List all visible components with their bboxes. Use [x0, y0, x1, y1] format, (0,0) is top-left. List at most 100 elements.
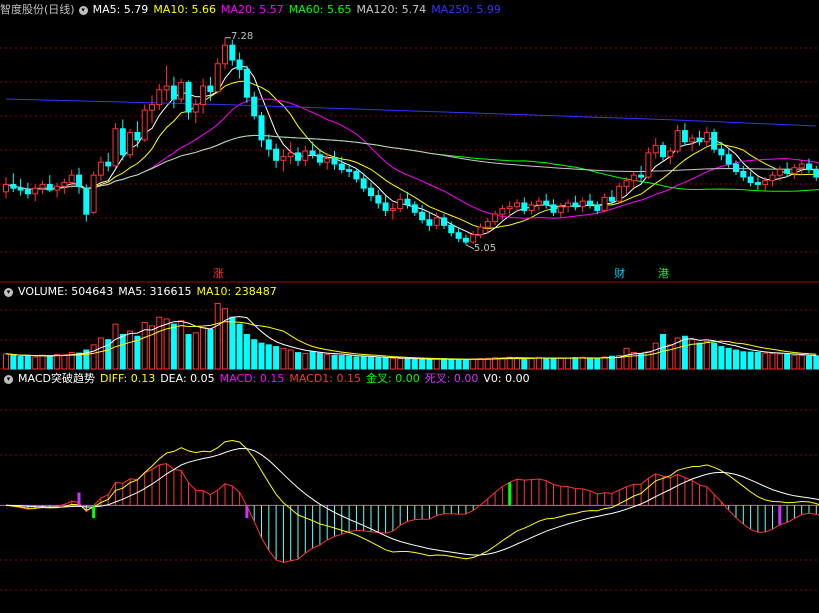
candle-up [61, 182, 68, 187]
candle-down [411, 204, 418, 213]
macd_header-item: MACD: 0.15 [219, 372, 285, 385]
volume-bar [46, 355, 53, 370]
price_header-item: MA120: 5.74 [356, 3, 427, 16]
candle-down [660, 144, 666, 158]
collapse-icon[interactable]: ▾ [4, 287, 13, 297]
candle-up [674, 130, 681, 152]
volume-bar [514, 357, 520, 370]
volume-bar [791, 354, 798, 370]
candle-down [119, 128, 126, 156]
collapse-icon[interactable]: ▾ [4, 374, 13, 384]
candle-up [324, 157, 331, 163]
candle-up [703, 131, 710, 143]
volume-bar [477, 358, 484, 370]
volume-bar [324, 353, 331, 370]
candle-up [667, 150, 674, 158]
candle-up [397, 198, 404, 210]
volume-panel [3, 302, 819, 370]
volume-values: VOLUME: 504643 MA5: 316615 MA10: 238487 [18, 285, 282, 299]
candle-up [652, 144, 659, 154]
low-price-label: 5.05 [474, 243, 496, 254]
candle-up [492, 213, 499, 223]
volume-bar [39, 354, 46, 370]
candle-down [754, 182, 761, 185]
candle-down [455, 232, 462, 239]
candle-up [178, 81, 185, 100]
volume-bar [769, 352, 776, 370]
volume-bar [214, 302, 221, 370]
volume-bar [156, 316, 163, 370]
volume_header-item: VOLUME: 504643 [18, 285, 114, 298]
volume-bar [565, 357, 572, 370]
low-price-pointer [465, 244, 475, 250]
candle-down [170, 85, 177, 100]
candle-up [769, 174, 776, 182]
price-header: 智度股份(日线) ▾ MA5: 5.79 MA10: 5.66 MA20: 5.57… [0, 3, 511, 17]
candle-down [309, 150, 316, 156]
candle-down [448, 224, 455, 234]
candle-down [784, 169, 791, 174]
candle-up [149, 104, 155, 111]
candle-up [127, 131, 134, 156]
candle-down [295, 152, 301, 161]
volume-bar [740, 351, 747, 370]
stock-title: 智度股份(日线) [0, 3, 75, 16]
candle-down [718, 148, 725, 156]
dea-line [5, 447, 819, 556]
candle-up [97, 161, 104, 176]
candle-down [46, 183, 53, 191]
candle-down [404, 198, 411, 206]
diff-line [5, 439, 819, 560]
volume-bar [754, 351, 761, 370]
macd_header-item: MACD1: 0.15 [289, 372, 361, 385]
price_header-item: MA250: 5.99 [431, 3, 501, 16]
event-marker[interactable]: 财 [614, 268, 625, 280]
volume-bar [484, 357, 491, 370]
volume-bar [368, 356, 374, 370]
candle-down [236, 59, 243, 70]
volume-bar [127, 330, 134, 370]
volume-bar [222, 308, 228, 370]
candle-down [550, 204, 557, 213]
candle-up [535, 200, 542, 206]
event-marker[interactable]: 港 [658, 268, 669, 280]
candle-down [251, 96, 258, 117]
high-price-value: 7.28 [231, 30, 254, 42]
macd_header-item: DEA: 0.05 [160, 372, 215, 385]
volume-bar [149, 325, 155, 370]
macd-values: DIFF: 0.13 DEA: 0.05 MACD: 0.15 MACD1: 0.15… [100, 372, 535, 386]
candle-up [623, 180, 630, 187]
volume-bar [448, 358, 455, 370]
volume-bar [397, 358, 404, 370]
candle-down [207, 85, 214, 93]
volume-bar [302, 352, 309, 370]
candle-up [477, 226, 484, 236]
volume-bar [346, 355, 353, 370]
volume-bar [265, 344, 272, 370]
stock-chart [0, 37, 819, 591]
candle-down [462, 237, 469, 243]
volume-bar [579, 356, 586, 370]
candle-down [594, 204, 601, 211]
volume-bar [528, 357, 535, 370]
macd_header-item: 死叉: 0.00 [424, 372, 479, 385]
candle-down [375, 195, 382, 204]
volume-bar [287, 349, 294, 370]
event-marker[interactable]: 涨 [213, 268, 224, 280]
volume-bar [97, 337, 104, 370]
price-panel [3, 37, 819, 250]
volume-bar [455, 359, 462, 370]
candle-down [10, 183, 17, 189]
volume-bar [280, 347, 287, 370]
candle-down [368, 187, 374, 197]
collapse-icon[interactable]: ▾ [78, 5, 88, 15]
candle-down [105, 161, 112, 167]
volume-bar [652, 342, 659, 370]
candle-up [90, 174, 97, 213]
candle-down [243, 68, 250, 98]
volume-bar [696, 342, 703, 370]
volume-bar [178, 320, 185, 370]
candle-down [587, 200, 593, 206]
volume-bar [470, 358, 477, 370]
volume-bar [389, 357, 396, 370]
